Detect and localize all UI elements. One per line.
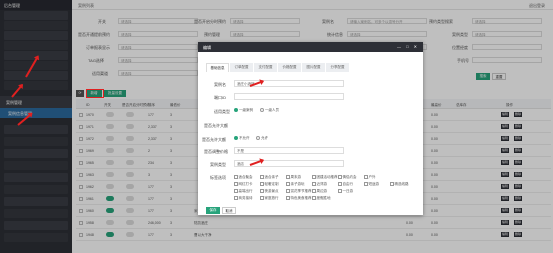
tab-basic-info[interactable]: 基础信息 (206, 63, 229, 72)
limit-label: 是否允许大额 (204, 123, 228, 128)
tab-payment-config[interactable]: 支付配置 (254, 63, 277, 72)
tag-option[interactable]: 轻奢定制 (260, 182, 279, 187)
tag-option[interactable]: 夜游景点 (260, 189, 279, 194)
type-radio-2[interactable]: 一级人员 (260, 108, 279, 113)
tag-option[interactable]: 精选线路 (390, 182, 409, 187)
deploy-radio-2[interactable]: 允许 (256, 136, 268, 141)
tag-option[interactable]: 适合亲子 (260, 175, 279, 180)
large-amount-label: 是否允许大额 (202, 137, 226, 142)
tag-option[interactable]: 团建活动推荐 (312, 175, 338, 180)
tag-option[interactable]: 亲子游玩 (286, 182, 305, 187)
tag-option[interactable]: 网红打卡 (234, 182, 253, 187)
tag-option[interactable]: 户外 (364, 175, 376, 180)
tag-option[interactable]: 特色美食推荐 (286, 196, 312, 201)
adjust-select[interactable]: 不是 (234, 147, 344, 154)
tag-option[interactable]: 家庭旅行 (260, 196, 279, 201)
modal-title: 编辑 (203, 45, 211, 50)
tag-option[interactable]: 周边游 (312, 189, 327, 194)
tag-option[interactable]: 情侣约会 (338, 175, 357, 180)
tag-option[interactable]: 一日游 (338, 189, 353, 194)
tag-option[interactable]: 赏花季节推荐 (286, 189, 312, 194)
tag-option[interactable]: 周末游 (286, 175, 301, 180)
tab-order-config[interactable]: 订单配置 (230, 63, 253, 72)
port-id-input[interactable] (234, 93, 344, 100)
tag-option[interactable]: 商务接待 (234, 196, 253, 201)
annotation-box (86, 89, 104, 98)
deploy-radio-1[interactable]: 不允许 (234, 136, 250, 141)
case-name-label: 案例名 (214, 82, 226, 87)
type-radio-1[interactable]: 一级案例 (234, 108, 253, 113)
adjust-label: 是否调整价格 (204, 149, 228, 154)
tab-image-config[interactable]: 图片配置 (302, 63, 325, 72)
case-type-label: 案例类型 (210, 162, 226, 167)
tag-option[interactable]: 度假胜地 (312, 196, 331, 201)
tab-price-config[interactable]: 价格配置 (278, 63, 301, 72)
tag-option[interactable]: 近郊游 (312, 182, 327, 187)
cancel-button[interactable]: 取消 (222, 207, 236, 214)
tag-option[interactable]: 高端出行 (234, 189, 253, 194)
tag-option[interactable]: 适合聚会 (234, 175, 253, 180)
tag-option[interactable]: 短途游 (364, 182, 379, 187)
modal-header: 编辑 — □ ✕ (198, 42, 423, 52)
tag-option[interactable]: 自由行 (338, 182, 353, 187)
port-id-label: 端口ID (214, 95, 226, 100)
type-label: 适用类型 (214, 109, 230, 114)
save-button[interactable]: 保存 (206, 207, 220, 214)
tab-share-config[interactable]: 分享配置 (326, 63, 349, 72)
tags-label: 标签选项 (210, 175, 226, 180)
edit-modal: 编辑 — □ ✕ 基础信息 订单配置 支付配置 价格配置 图片配置 分享配置 案… (198, 42, 423, 215)
window-controls[interactable]: — □ ✕ (397, 44, 419, 49)
